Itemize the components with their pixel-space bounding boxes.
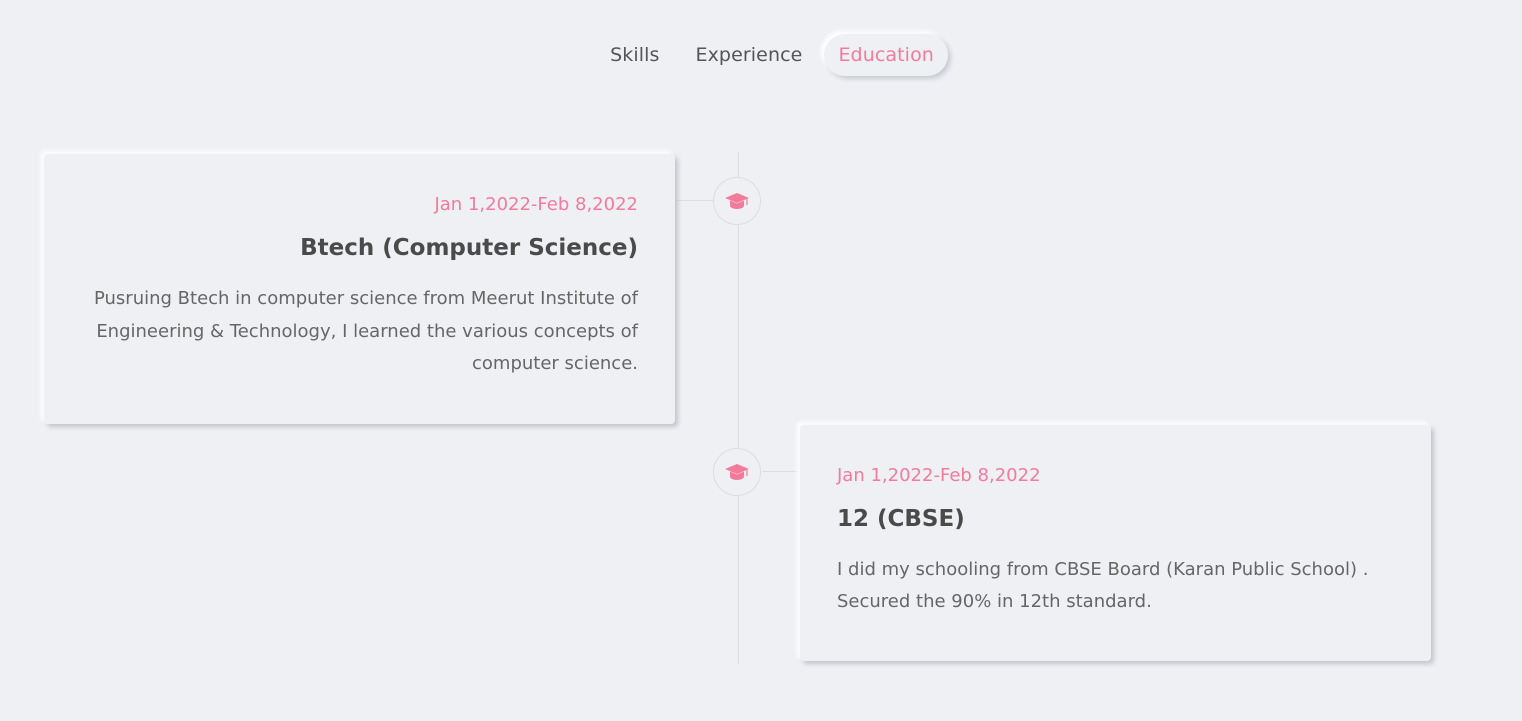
- entry-title: Btech (Computer Science): [300, 235, 638, 261]
- entry-date: Jan 1,2022-Feb 8,2022: [434, 194, 638, 215]
- entry-description: I did my schooling from CBSE Board (Kara…: [837, 559, 1369, 612]
- graduation-cap-icon: [725, 193, 749, 209]
- qualification-tabs: Skills Experience Education: [0, 34, 1522, 76]
- tab-skills[interactable]: Skills: [596, 34, 673, 76]
- timeline-node: [713, 177, 761, 225]
- entry-title: 12 (CBSE): [837, 506, 965, 532]
- tab-experience[interactable]: Experience: [681, 34, 816, 76]
- entry-description: Pusruing Btech in computer science from …: [93, 288, 638, 374]
- education-card: Jan 1,2022-Feb 8,2022 12 (CBSE) I did my…: [800, 425, 1431, 661]
- entry-date: Jan 1,2022-Feb 8,2022: [837, 465, 1041, 486]
- graduation-cap-icon: [725, 464, 749, 480]
- tab-education[interactable]: Education: [824, 34, 948, 76]
- timeline-connector: [762, 471, 800, 472]
- timeline-line: [738, 152, 739, 664]
- education-card: Jan 1,2022-Feb 8,2022 Btech (Computer Sc…: [44, 154, 675, 424]
- timeline-node: [713, 448, 761, 496]
- timeline-connector: [676, 200, 714, 201]
